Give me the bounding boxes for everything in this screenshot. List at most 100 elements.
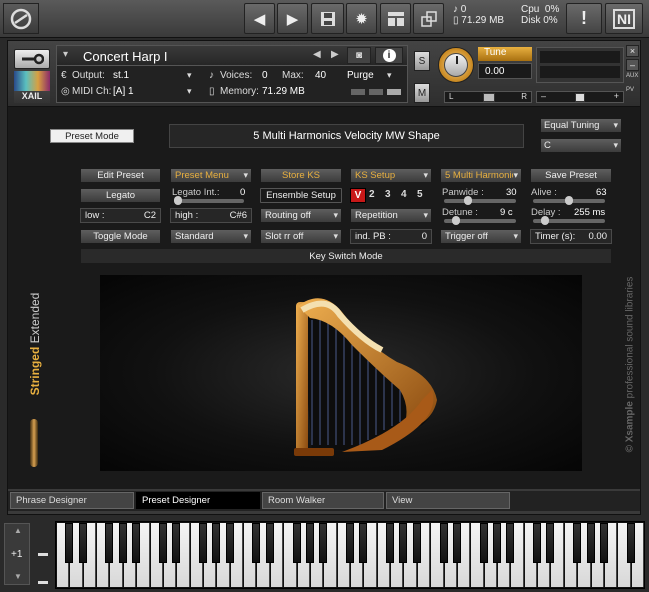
ensemble-setup-button[interactable]: Ensemble Setup bbox=[260, 188, 342, 203]
black-key[interactable] bbox=[172, 523, 181, 563]
delay-slider[interactable] bbox=[533, 216, 605, 225]
tune-value-field[interactable]: 0.00 bbox=[478, 63, 532, 79]
close-instrument-button[interactable]: × bbox=[626, 45, 639, 57]
panwide-slider-thumb[interactable] bbox=[464, 196, 472, 205]
collapse-icon[interactable]: ▾ bbox=[63, 49, 68, 60]
midi-channel-select[interactable]: [A] 1 bbox=[113, 86, 134, 97]
velocity-button[interactable]: V bbox=[350, 188, 366, 203]
piano-keyboard[interactable] bbox=[55, 521, 645, 589]
black-key[interactable] bbox=[439, 523, 448, 563]
legato-int-slider-thumb[interactable] bbox=[174, 196, 182, 205]
instrument-name[interactable]: Concert Harp I bbox=[83, 49, 168, 64]
tab-phrase-designer[interactable]: Phrase Designer bbox=[10, 492, 134, 509]
detune-slider[interactable] bbox=[444, 216, 516, 225]
black-key[interactable] bbox=[626, 523, 635, 563]
black-key[interactable] bbox=[412, 523, 421, 563]
output-dropdown-icon[interactable]: ▾ bbox=[187, 70, 192, 81]
tuning-select[interactable]: Equal Tuning bbox=[540, 118, 622, 133]
edit-preset-button[interactable]: Edit Preset bbox=[80, 168, 161, 183]
black-key[interactable] bbox=[252, 523, 261, 563]
next-button[interactable]: ▶ bbox=[277, 3, 308, 34]
octave-up-icon[interactable]: ▲ bbox=[14, 526, 22, 535]
panwide-slider[interactable] bbox=[444, 196, 516, 205]
tune-knob[interactable] bbox=[438, 47, 474, 83]
legato-int-slider[interactable] bbox=[174, 196, 244, 205]
black-key[interactable] bbox=[292, 523, 301, 563]
black-key[interactable] bbox=[492, 523, 501, 563]
store-ks-button[interactable]: Store KS bbox=[260, 168, 342, 183]
layer-3-button[interactable]: 3 bbox=[385, 189, 391, 200]
slot-rr-select[interactable]: Slot rr off bbox=[260, 229, 342, 244]
toggle-mode-button[interactable]: Toggle Mode bbox=[80, 229, 161, 244]
minimize-instrument-button[interactable]: – bbox=[626, 59, 639, 71]
black-key[interactable] bbox=[586, 523, 595, 563]
purge-button[interactable]: Purge bbox=[347, 70, 374, 81]
wrench-button[interactable] bbox=[14, 49, 50, 69]
layer-5-button[interactable]: 5 bbox=[417, 189, 423, 200]
pan-slider-thumb[interactable] bbox=[483, 93, 495, 102]
save-button[interactable] bbox=[311, 3, 344, 34]
black-key[interactable] bbox=[386, 523, 395, 563]
ni-logo-button[interactable]: NI bbox=[605, 3, 643, 34]
volume-slider[interactable]: – + bbox=[536, 91, 624, 103]
black-key[interactable] bbox=[546, 523, 555, 563]
standard-select[interactable]: Standard bbox=[170, 229, 252, 244]
preset-menu[interactable]: Preset Menu bbox=[170, 168, 252, 183]
black-key[interactable] bbox=[452, 523, 461, 563]
info-button[interactable]: i bbox=[375, 47, 403, 64]
ks-articulation-menu[interactable]: 5 Multi Harmonics bbox=[440, 168, 522, 183]
black-key[interactable] bbox=[212, 523, 221, 563]
black-key[interactable] bbox=[265, 523, 274, 563]
detune-slider-thumb[interactable] bbox=[452, 216, 460, 225]
layer-2-button[interactable]: 2 bbox=[369, 189, 375, 200]
alive-slider[interactable] bbox=[533, 196, 605, 205]
tab-room-walker[interactable]: Room Walker bbox=[262, 492, 384, 509]
black-key[interactable] bbox=[132, 523, 141, 563]
aux-button[interactable]: AUX bbox=[626, 73, 639, 85]
routing-select[interactable]: Routing off bbox=[260, 208, 342, 223]
kontakt-logo-button[interactable] bbox=[3, 3, 39, 34]
output-select[interactable]: st.1 bbox=[113, 70, 129, 81]
key-switch-mode-bar[interactable]: Key Switch Mode bbox=[80, 248, 612, 264]
black-key[interactable] bbox=[225, 523, 234, 563]
tab-preset-designer[interactable]: Preset Designer bbox=[136, 492, 260, 509]
warning-button[interactable]: ! bbox=[566, 3, 602, 34]
black-key[interactable] bbox=[118, 523, 127, 563]
tab-view[interactable]: View bbox=[386, 492, 510, 509]
meter-button-1[interactable] bbox=[351, 89, 365, 95]
legato-button[interactable]: Legato bbox=[80, 188, 161, 203]
instrument-next-icon[interactable]: ▶ bbox=[331, 49, 339, 60]
black-key[interactable] bbox=[105, 523, 114, 563]
black-key[interactable] bbox=[78, 523, 87, 563]
black-key[interactable] bbox=[319, 523, 328, 563]
solo-button[interactable]: S bbox=[414, 51, 430, 71]
instrument-prev-icon[interactable]: ◀ bbox=[313, 49, 321, 60]
max-voices-field[interactable]: 40 bbox=[315, 70, 326, 81]
black-key[interactable] bbox=[573, 523, 582, 563]
trigger-select[interactable]: Trigger off bbox=[440, 229, 522, 244]
pan-slider[interactable]: L R bbox=[444, 91, 532, 103]
black-key[interactable] bbox=[506, 523, 515, 563]
low-range-field[interactable]: low : C2 bbox=[80, 208, 161, 223]
ks-setup-menu[interactable]: KS Setup bbox=[350, 168, 432, 183]
key-select[interactable]: C bbox=[540, 138, 622, 153]
previous-button[interactable]: ◀ bbox=[244, 3, 275, 34]
black-key[interactable] bbox=[198, 523, 207, 563]
delay-slider-thumb[interactable] bbox=[541, 216, 549, 225]
repetition-select[interactable]: Repetition bbox=[350, 208, 432, 223]
black-key[interactable] bbox=[479, 523, 488, 563]
black-key[interactable] bbox=[65, 523, 74, 563]
mute-button[interactable]: M bbox=[414, 83, 430, 103]
ind-pb-field[interactable]: ind. PB : 0 bbox=[350, 229, 432, 244]
midi-dropdown-icon[interactable]: ▾ bbox=[187, 86, 192, 97]
alive-slider-thumb[interactable] bbox=[565, 196, 573, 205]
black-key[interactable] bbox=[599, 523, 608, 563]
meter-button-3[interactable] bbox=[387, 89, 401, 95]
resize-button[interactable] bbox=[413, 3, 444, 34]
save-preset-button[interactable]: Save Preset bbox=[530, 168, 612, 183]
volume-slider-thumb[interactable] bbox=[575, 93, 585, 102]
pv-button[interactable]: PV bbox=[626, 87, 639, 99]
view-button[interactable] bbox=[380, 3, 411, 34]
layer-4-button[interactable]: 4 bbox=[401, 189, 407, 200]
preset-mode-button[interactable]: Preset Mode bbox=[50, 129, 134, 143]
